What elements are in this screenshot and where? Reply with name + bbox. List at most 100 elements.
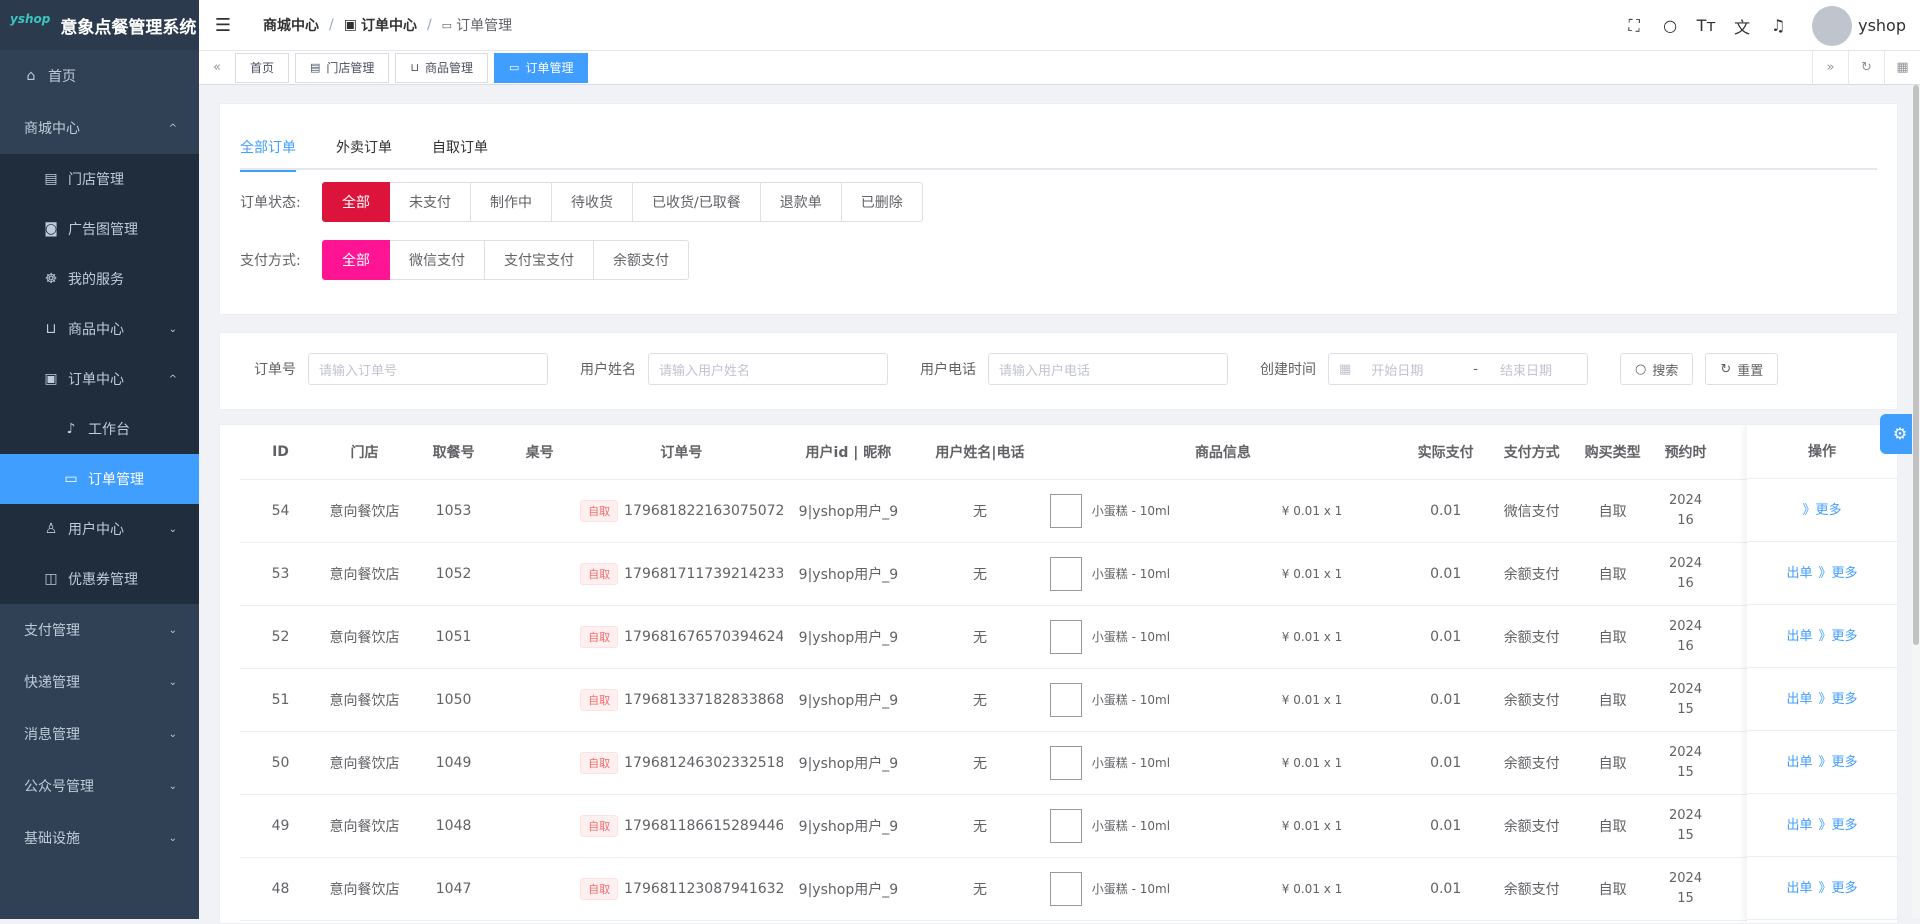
sidebar-item[interactable]: 消息管理⌄ [0, 708, 199, 760]
sidebar-item[interactable]: ⊔商品中心⌄ [0, 304, 199, 354]
status-option-button[interactable]: 待收货 [552, 182, 633, 222]
tag-3[interactable]: ▭订单管理 [494, 53, 588, 83]
grid-icon[interactable]: ▦ [1884, 51, 1920, 85]
translate-icon[interactable]: 文 [1724, 14, 1760, 38]
user-name-input[interactable]: 请输入用户姓名 [648, 353, 888, 385]
status-option-button[interactable]: 退款单 [761, 182, 842, 222]
cell-paid: 0.01 [1400, 731, 1491, 794]
order-number[interactable]: 1796817117392142336 [624, 566, 782, 582]
more-link[interactable]: 》更多 [1819, 755, 1858, 770]
print-link[interactable]: 出单 [1786, 818, 1812, 833]
sidebar-item[interactable]: 公众号管理⌄ [0, 760, 199, 812]
more-link[interactable]: 》更多 [1819, 629, 1858, 644]
filter-card: 全部订单外卖订单自取订单 订单状态: 全部未支付制作中待收货已收货/已取餐退款单… [219, 103, 1898, 315]
sidebar-item[interactable]: ♙用户中心⌄ [0, 504, 199, 554]
username[interactable]: yshop [1858, 16, 1906, 35]
refresh-icon[interactable]: ↻ [1848, 51, 1884, 85]
sidebar-item[interactable]: ☸我的服务 [0, 254, 199, 304]
status-option-button[interactable]: 全部 [322, 182, 390, 222]
sidebar-item[interactable]: 商城中心^ [0, 102, 199, 154]
tags-scroll-right-icon[interactable]: » [1812, 51, 1848, 85]
hamburger-icon[interactable]: ☰ [203, 15, 243, 36]
cell-order-no: 自取1796817117392142336 [580, 542, 782, 605]
status-option-button[interactable]: 已收货/已取餐 [633, 182, 761, 222]
reset-button[interactable]: ↻ 重置 [1705, 353, 1778, 385]
sidebar-item[interactable]: ♪工作台 [0, 404, 199, 454]
order-number[interactable]: 1796812463023325184 [624, 755, 782, 771]
print-link[interactable]: 出单 [1786, 755, 1812, 770]
navbar-actions: ⛶ ○ Tт 文 ♫ yshop [1616, 0, 1906, 51]
pay-option-button[interactable]: 微信支付 [390, 240, 485, 280]
cell-order-no: 自取1796818221630750720 [580, 479, 782, 542]
sidebar-item[interactable]: ▣订单中心^ [0, 354, 199, 404]
order-number[interactable]: 1796816765703946240 [624, 629, 782, 645]
search-button[interactable]: ○ 搜索 [1620, 353, 1693, 385]
breadcrumb: 商城中心 / ▣ 订单中心 / ▭ 订单管理 [263, 15, 512, 35]
scrollbar-thumb[interactable] [1913, 85, 1919, 645]
column-header: 支付方式 [1491, 425, 1572, 479]
tag-2[interactable]: ⊔商品管理 [395, 53, 488, 83]
order-number[interactable]: 1796811230879416320 [624, 881, 782, 897]
breadcrumb-item[interactable]: 订单中心 [361, 15, 417, 35]
order-tab[interactable]: 自取订单 [432, 134, 488, 170]
status-option-button[interactable]: 已删除 [842, 182, 923, 222]
cell-order-no: 自取1796813371828338688 [580, 668, 782, 731]
end-date-input[interactable]: 结束日期 [1500, 360, 1552, 379]
status-option-button[interactable]: 制作中 [471, 182, 552, 222]
more-link[interactable]: 》更多 [1819, 566, 1858, 581]
sidebar-item[interactable]: 快递管理⌄ [0, 656, 199, 708]
order-tab[interactable]: 外卖订单 [336, 134, 392, 170]
user-phone-input[interactable]: 请输入用户电话 [988, 353, 1228, 385]
tag-0[interactable]: 首页 [235, 53, 289, 83]
sidebar-item[interactable]: ⌂首页 [0, 50, 199, 102]
cell-time: 202416 [1653, 479, 1718, 542]
operations-header: 操作 [1747, 425, 1897, 479]
bell-icon[interactable]: ♫ [1760, 16, 1796, 35]
start-date-input[interactable]: 开始日期 [1371, 360, 1451, 379]
more-link[interactable]: 》更多 [1819, 881, 1858, 896]
status-option-button[interactable]: 未支付 [390, 182, 471, 222]
page-scrollbar[interactable] [1912, 85, 1920, 919]
order-no-input[interactable]: 请输入订单号 [308, 353, 548, 385]
chevron-up-icon: ^ [169, 123, 177, 134]
main-content: 全部订单外卖订单自取订单 订单状态: 全部未支付制作中待收货已收货/已取餐退款单… [199, 85, 1920, 919]
print-link[interactable]: 出单 [1786, 629, 1812, 644]
sidebar-item[interactable]: ◫优惠券管理 [0, 554, 199, 604]
cell-paid: 0.01 [1400, 542, 1491, 605]
sidebar-item[interactable]: ▤门店管理 [0, 154, 199, 204]
more-link[interactable]: 》更多 [1819, 692, 1858, 707]
goods-price: ¥ 0.01 x 1 [1282, 756, 1343, 770]
pay-option-button[interactable]: 余额支付 [594, 240, 689, 280]
date-range-picker[interactable]: ▦ 开始日期 - 结束日期 [1328, 353, 1588, 385]
cell-table [499, 605, 580, 668]
print-link[interactable]: 出单 [1786, 692, 1812, 707]
pay-option-button[interactable]: 全部 [322, 240, 390, 280]
more-link[interactable]: 》更多 [1819, 818, 1858, 833]
sidebar-item[interactable]: ▭订单管理 [0, 454, 199, 504]
search-icon[interactable]: ○ [1652, 16, 1688, 35]
breadcrumb-item[interactable]: 商城中心 [263, 15, 319, 35]
tag-1[interactable]: ▤门店管理 [295, 53, 389, 83]
avatar[interactable] [1812, 6, 1852, 46]
order-number[interactable]: 1796818221630750720 [624, 503, 782, 519]
print-link[interactable]: 出单 [1786, 881, 1812, 896]
sidebar-item[interactable]: 基础设施⌄ [0, 812, 199, 864]
cell-goods: 小蛋糕 - 10ml¥ 0.01 x 1 [1046, 794, 1400, 857]
sidebar-item[interactable]: 支付管理⌄ [0, 604, 199, 656]
pay-option-button[interactable]: 支付宝支付 [485, 240, 594, 280]
cell-buy-type: 自取 [1572, 605, 1653, 668]
order-number[interactable]: 1796811866152894464 [624, 818, 782, 834]
print-link[interactable]: 出单 [1786, 566, 1812, 581]
order-tab[interactable]: 全部订单 [240, 134, 296, 170]
more-link[interactable]: 》更多 [1802, 503, 1841, 518]
sidebar-item[interactable]: ◙广告图管理 [0, 204, 199, 254]
font-size-icon[interactable]: Tт [1688, 16, 1724, 35]
logo[interactable]: yshop 意象点餐管理系统 [0, 0, 199, 50]
bell-icon: ♪ [64, 421, 78, 437]
order-number[interactable]: 1796813371828338688 [624, 692, 782, 708]
tags-scroll-left-icon[interactable]: « [199, 60, 235, 75]
sidebar-item-label: 门店管理 [68, 169, 124, 189]
app-title: 意象点餐管理系统 [60, 13, 196, 38]
fullscreen-icon[interactable]: ⛶ [1616, 16, 1652, 36]
breadcrumb-separator: / [427, 17, 432, 33]
